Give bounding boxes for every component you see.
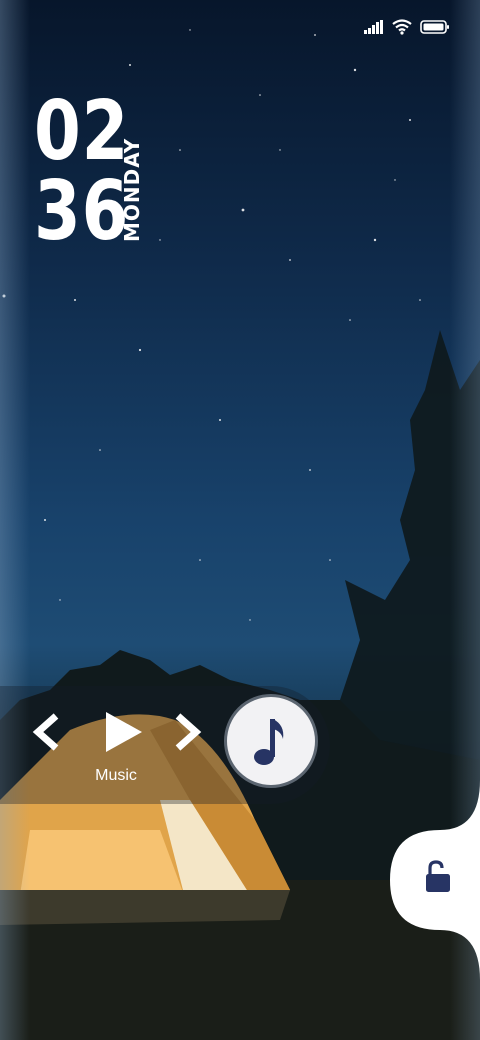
battery-icon bbox=[420, 20, 449, 34]
music-note-icon bbox=[254, 719, 284, 765]
next-track-icon bbox=[175, 713, 202, 751]
clock-day: MONDAY bbox=[120, 137, 144, 242]
previous-track-icon bbox=[32, 713, 59, 751]
signal-icon bbox=[364, 20, 383, 34]
status-bar bbox=[364, 16, 450, 38]
edge-glow-left bbox=[0, 0, 30, 1040]
music-label: Music bbox=[95, 767, 137, 784]
clock-minute: 36 bbox=[34, 164, 130, 259]
clock-hour: 02 bbox=[34, 84, 130, 179]
play-icon bbox=[106, 712, 142, 752]
unlock-tab[interactable] bbox=[360, 780, 480, 980]
previous-track-button[interactable] bbox=[28, 712, 64, 757]
music-app-button[interactable] bbox=[224, 694, 318, 788]
next-track-button[interactable] bbox=[170, 712, 206, 757]
lockscreen-clock: 02 36 MONDAY bbox=[34, 84, 150, 259]
wifi-icon bbox=[392, 19, 412, 35]
play-button[interactable] bbox=[102, 710, 146, 759]
